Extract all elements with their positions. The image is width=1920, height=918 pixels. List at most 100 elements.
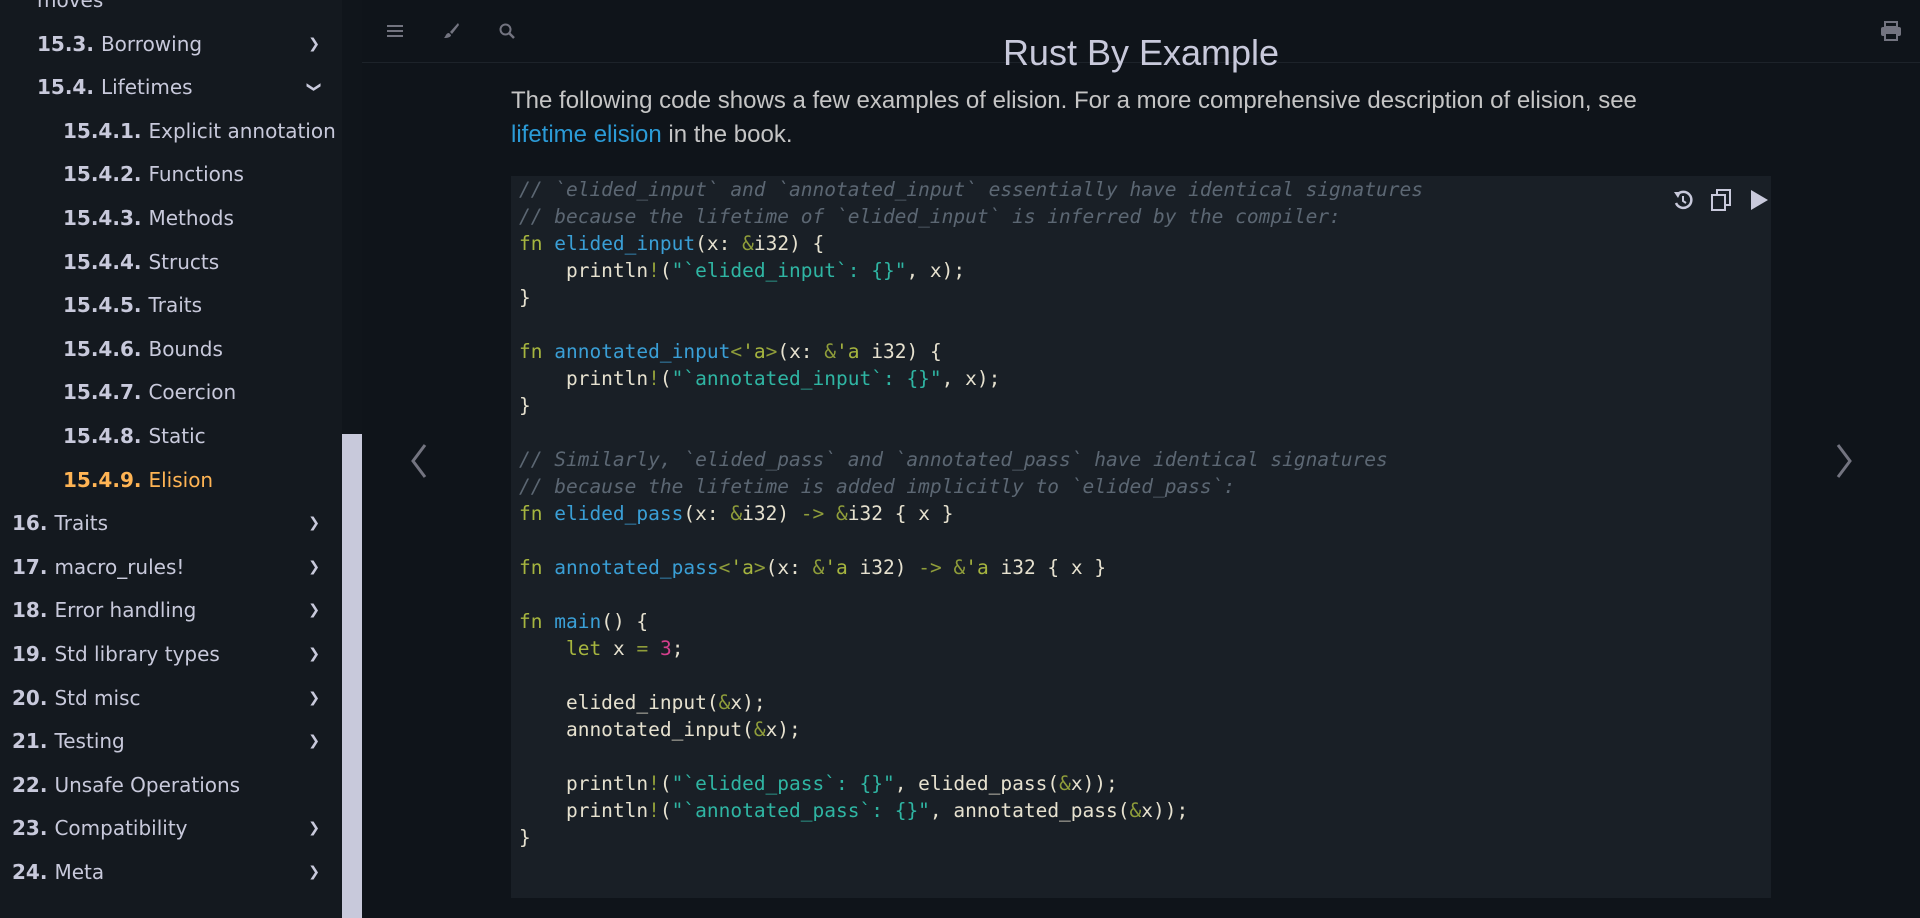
sidebar-item[interactable]: 19. Std library types ❯ (12, 634, 330, 674)
code-token: 'a (836, 340, 860, 363)
sidebar-item-label: Structs (148, 249, 220, 274)
sidebar-item[interactable]: 15.4.4. Structs (63, 242, 330, 282)
code-line: println!("`elided_pass`: {}", elided_pas… (519, 770, 1423, 797)
sidebar-item[interactable]: 15.4.8. Static (63, 416, 330, 456)
sidebar-item-label: macro_rules! (54, 554, 185, 579)
undo-icon[interactable] (1669, 186, 1697, 214)
code-token: ! (648, 259, 660, 282)
chevron-right-icon[interactable]: ❯ (308, 559, 320, 575)
code-token: // because the lifetime of `elided_input… (519, 205, 1341, 228)
chevron-right-icon[interactable]: ❯ (308, 733, 320, 749)
chevron-right-icon[interactable]: ❯ (308, 36, 320, 52)
sidebar-item-label: Methods (148, 206, 234, 230)
code-token: i32) { (753, 232, 825, 255)
print-icon[interactable] (1878, 18, 1904, 44)
chevron-right-icon[interactable] (1824, 436, 1864, 486)
sidebar-item-label: Compatibility (54, 816, 188, 841)
code-token: < (730, 340, 743, 363)
chevron-right-icon[interactable]: ❯ (308, 820, 320, 836)
intro-text: The following code shows a few examples … (511, 87, 1637, 114)
code-token: , elided_pass( (894, 772, 1060, 795)
code-line: elided_input(&x); (519, 689, 1423, 716)
code-token: main (554, 610, 602, 633)
sidebar-item-number: 15.4.9. (63, 467, 142, 492)
code-token: () { (601, 610, 649, 633)
code-token: i32) { (859, 340, 942, 363)
sidebar-item[interactable]: 15.4.7. Coercion (63, 372, 330, 412)
code-token: > (765, 340, 778, 363)
code-line: fn elided_pass(x: &i32) -> &i32 { x } (519, 500, 1423, 527)
sidebar-item-label: Unsafe Operations (54, 772, 241, 797)
sidebar-item[interactable]: 15.4.6. Bounds (63, 329, 330, 369)
chevron-right-icon[interactable]: ❯ (308, 646, 320, 662)
code-token: "`elided_pass`: {}" (671, 772, 895, 795)
code-line: fn annotated_pass<'a>(x: &'a i32) -> &'a… (519, 554, 1423, 581)
sidebar-item[interactable]: 15.4. Lifetimes ❯ (37, 67, 330, 107)
code-token: fn (519, 502, 555, 525)
copy-icon[interactable] (1707, 186, 1735, 214)
chevron-right-icon[interactable]: ❯ (308, 602, 320, 618)
sidebar-item-number: 21. (12, 729, 48, 754)
code-token: & (753, 718, 766, 741)
chevron-left-icon[interactable] (399, 436, 439, 486)
sidebar-item-number: 18. (12, 598, 48, 623)
code-content[interactable]: // `elided_input` and `annotated_input` … (519, 176, 1423, 851)
sidebar-item-number: 15.4.4. (63, 249, 142, 274)
sidebar-item-number: 22. (12, 772, 48, 797)
sidebar-item-number: 20. (12, 685, 48, 710)
sidebar-item[interactable]: 15.4.2. Functions (63, 154, 330, 194)
lifetime-elision-link[interactable]: lifetime elision (511, 121, 662, 148)
sidebar-item[interactable]: 15.4.3. Methods (63, 198, 330, 238)
code-token: , x); (941, 367, 1001, 390)
sidebar-item-number: 15.3. (37, 31, 94, 56)
code-token: "`elided_input`: {}" (671, 259, 907, 282)
sidebar-item[interactable]: 17. macro_rules! ❯ (12, 547, 330, 587)
sidebar-item-number: 15.4.1. (63, 118, 142, 143)
sidebar-item[interactable]: 16. Traits ❯ (12, 503, 330, 543)
sidebar-item-label: Elision (148, 467, 214, 492)
sidebar-item[interactable]: 15.4.5. Traits (63, 285, 330, 325)
sidebar-item[interactable]: 24. Meta ❯ (12, 852, 330, 892)
code-line: // because the lifetime is added implici… (519, 473, 1423, 500)
code-token: < (718, 556, 731, 579)
chevron-right-icon[interactable]: ❯ (308, 515, 320, 531)
sidebar-item[interactable]: 22. Unsafe Operations (12, 765, 330, 805)
after-link-text: in the book. (661, 121, 793, 148)
code-token: , x); (906, 259, 966, 282)
code-token: // because the lifetime is added implici… (519, 475, 1236, 498)
code-token: 'a (730, 556, 754, 579)
code-token: println (519, 772, 649, 795)
sidebar-item[interactable]: 15.4.9. Elision (63, 460, 330, 500)
sidebar-item[interactable]: 15.4.1. Explicit annotation (63, 111, 336, 151)
sidebar-item-number: 16. (12, 511, 48, 536)
code-token: ! (648, 799, 660, 822)
sidebar-item-number: 15.4. (37, 75, 94, 100)
code-line: fn annotated_input<'a>(x: &'a i32) { (519, 338, 1423, 365)
code-line: // `elided_input` and `annotated_input` … (519, 176, 1423, 203)
sidebar-item[interactable]: 21. Testing ❯ (12, 721, 330, 761)
chevron-right-icon[interactable]: ❯ (308, 864, 320, 880)
chevron-right-icon[interactable]: ❯ (308, 690, 320, 706)
sidebar-item[interactable]: 18. Error handling ❯ (12, 590, 330, 630)
code-token: x); (765, 718, 801, 741)
sidebar-item-label: Static (148, 424, 206, 448)
sidebar-item[interactable]: moves (37, 0, 330, 20)
code-token: ( (659, 367, 672, 390)
sidebar-scrollbar-thumb[interactable] (342, 434, 362, 918)
sidebar-item[interactable]: 23. Compatibility ❯ (12, 808, 330, 848)
code-token: "`annotated_input`: {}" (671, 367, 942, 390)
code-token: "`annotated_pass`: {}" (671, 799, 930, 822)
sidebar-item[interactable]: 20. Std misc ❯ (12, 678, 330, 718)
code-token: // Similarly, `elided_pass` and `annotat… (519, 448, 1388, 471)
chevron-down-icon[interactable]: ❯ (306, 81, 322, 93)
code-token: i32 { x } (988, 556, 1107, 579)
sidebar-item[interactable]: 15.3. Borrowing ❯ (37, 24, 330, 64)
play-icon[interactable] (1745, 186, 1773, 214)
code-token: } (519, 286, 531, 309)
code-token: 'a (742, 340, 766, 363)
code-token: -> (918, 556, 942, 579)
